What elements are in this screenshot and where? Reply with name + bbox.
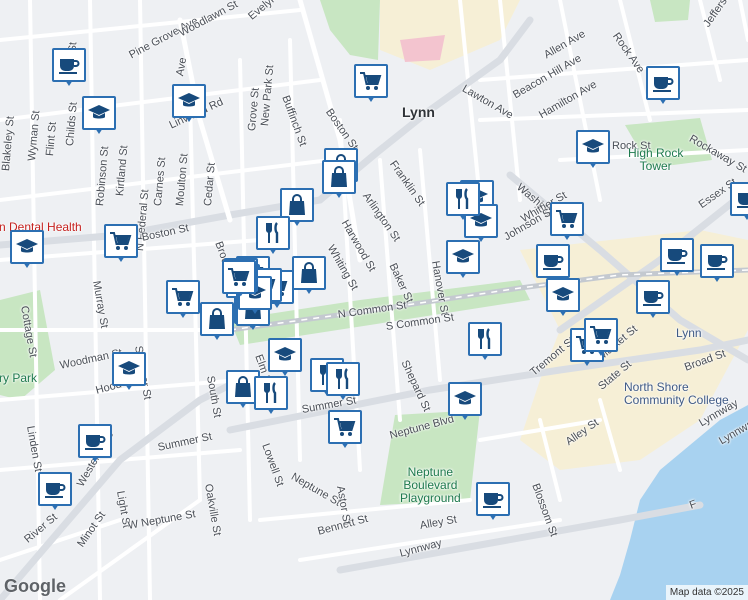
map-marker-cart[interactable]: [328, 410, 362, 450]
cup-icon: [52, 48, 86, 82]
grad-icon: [82, 96, 116, 130]
cup-icon: [636, 280, 670, 314]
map-marker-fork[interactable]: [256, 216, 290, 256]
map-marker-cup[interactable]: [52, 48, 86, 88]
map-marker-fork[interactable]: [254, 376, 288, 416]
map-marker-grad[interactable]: [82, 96, 116, 136]
poi-high-rock[interactable]: High Rock Tower: [628, 147, 683, 173]
fork-icon: [326, 362, 360, 396]
map-marker-bag[interactable]: [200, 302, 234, 342]
map-marker-grad[interactable]: [448, 382, 482, 422]
poi-lynn-station[interactable]: Lynn: [676, 327, 702, 340]
bag-icon: [322, 160, 356, 194]
grad-icon: [112, 352, 146, 386]
cart-icon: [354, 64, 388, 98]
cart-icon: [328, 410, 362, 444]
map-marker-cup[interactable]: [636, 280, 670, 320]
map-marker-fork[interactable]: [468, 322, 502, 362]
cart-icon: [166, 280, 200, 314]
map-marker-grad[interactable]: [576, 130, 610, 170]
grad-icon: [546, 278, 580, 312]
map-marker-grad[interactable]: [268, 338, 302, 378]
map-marker-grad[interactable]: [172, 84, 206, 124]
map-marker-cart[interactable]: [550, 202, 584, 242]
grad-icon: [448, 382, 482, 416]
cup-icon: [660, 238, 694, 272]
city-label: Lynn: [402, 104, 435, 120]
map-marker-cart[interactable]: [354, 64, 388, 104]
poi-north-shore-cc[interactable]: North Shore Community College: [624, 381, 729, 407]
grad-icon: [268, 338, 302, 372]
grad-icon: [576, 130, 610, 164]
map-marker-cup[interactable]: [700, 244, 734, 284]
cup-icon: [476, 482, 510, 516]
cart-icon: [550, 202, 584, 236]
cup-icon: [536, 244, 570, 278]
cart-icon: [584, 318, 618, 352]
map-marker-fork[interactable]: [446, 182, 480, 222]
map-marker-cup[interactable]: [38, 472, 72, 512]
map-marker-cart[interactable]: [584, 318, 618, 358]
map-marker-grad[interactable]: [546, 278, 580, 318]
bag-icon: [292, 256, 326, 290]
map-marker-cup[interactable]: [78, 424, 112, 464]
poi-ry-park[interactable]: rry Park: [0, 372, 37, 385]
fork-icon: [468, 322, 502, 356]
grad-icon: [172, 84, 206, 118]
cart-icon: [104, 224, 138, 258]
map-marker-cart[interactable]: [104, 224, 138, 264]
cart-icon: [222, 260, 256, 294]
map-marker-grad[interactable]: [10, 230, 44, 270]
grad-icon: [10, 230, 44, 264]
map-marker-cart[interactable]: [222, 260, 256, 300]
fork-icon: [446, 182, 480, 216]
map-marker-cup[interactable]: [476, 482, 510, 522]
cup-icon: [38, 472, 72, 506]
poi-neptune-playground[interactable]: Neptune Boulevard Playground: [400, 466, 461, 505]
map-attribution[interactable]: Map data ©2025: [665, 585, 748, 600]
cup-icon: [646, 66, 680, 100]
map-marker-grad[interactable]: [446, 240, 480, 280]
map-marker-bag[interactable]: [292, 256, 326, 296]
google-logo: Google: [4, 576, 66, 596]
fork-icon: [254, 376, 288, 410]
map-marker-fork[interactable]: [326, 362, 360, 402]
cup-icon: [730, 182, 748, 216]
map-marker-cart[interactable]: [166, 280, 200, 320]
fork-icon: [256, 216, 290, 250]
map-marker-cup[interactable]: [646, 66, 680, 106]
grad-icon: [446, 240, 480, 274]
map-marker-grad[interactable]: [112, 352, 146, 392]
map-marker-bag[interactable]: [322, 160, 356, 200]
map-marker-cup[interactable]: [660, 238, 694, 278]
cup-icon: [700, 244, 734, 278]
cup-icon: [78, 424, 112, 458]
bag-icon: [200, 302, 234, 336]
map-marker-cup[interactable]: [730, 182, 748, 222]
